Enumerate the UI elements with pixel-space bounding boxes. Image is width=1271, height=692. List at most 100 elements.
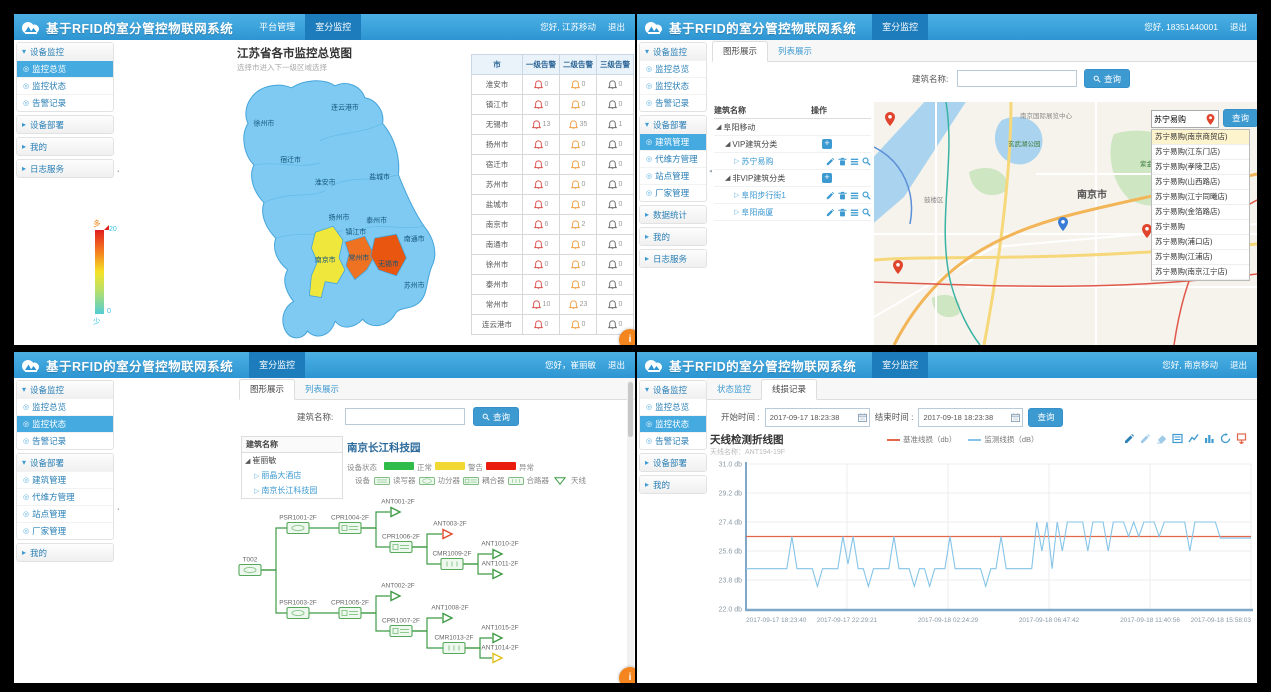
table-row[interactable]: 镇江市000 <box>472 95 634 115</box>
map-result-item[interactable]: 苏宁易购(江东门店) <box>1152 145 1249 160</box>
city-map[interactable]: 南京国际展览中心玄武湖公园南京市紫金山鼓楼区 查询 苏宁易购(南京商贸店)苏宁易… <box>874 102 1257 345</box>
tree-leaf-icon[interactable]: ▷ <box>734 157 739 165</box>
sidebar-item[interactable]: ◎厂家管理 <box>17 522 113 539</box>
tab-inactive[interactable]: 状态监控 <box>707 380 761 399</box>
map-city-label[interactable]: 南通市 <box>404 234 425 243</box>
add-button[interactable]: + <box>822 173 832 183</box>
clear-icon[interactable] <box>1156 433 1167 444</box>
save-image-icon[interactable] <box>1236 433 1247 444</box>
building-name-input[interactable] <box>957 70 1077 87</box>
top-nav-item[interactable]: 室分监控 <box>872 14 928 40</box>
map-pin-red-icon[interactable] <box>893 260 903 274</box>
search-icon[interactable] <box>862 208 871 217</box>
add-button[interactable]: + <box>822 139 832 149</box>
table-row[interactable]: 扬州市000 <box>472 135 634 155</box>
topology-node-ant[interactable]: ANT1014-2F <box>481 645 518 663</box>
tab-inactive[interactable]: 列表展示 <box>295 380 349 399</box>
topology-node-psr[interactable]: PSR1001-2F <box>279 515 317 534</box>
scrollbar-thumb[interactable] <box>628 382 633 437</box>
sidebar-group-header[interactable]: ▸我的 <box>17 544 113 561</box>
tree-table-row[interactable]: ▷苏宁易购 <box>714 153 871 170</box>
tree-node-label[interactable]: 丽晶大酒店 <box>261 470 301 481</box>
table-row[interactable]: 盐城市000 <box>472 195 634 215</box>
sidebar-item[interactable]: ◎告警记录 <box>17 94 113 111</box>
map-result-item[interactable]: 苏宁易购 <box>1152 220 1249 235</box>
sidebar-item[interactable]: ◎监控状态 <box>17 77 113 94</box>
sidebar-item[interactable]: ◎告警记录 <box>640 94 706 111</box>
logout-link[interactable]: 退出 <box>1230 359 1247 371</box>
map-city-label[interactable]: 徐州市 <box>254 118 275 127</box>
map-pin-red-icon[interactable] <box>885 112 895 126</box>
topology-node-cmr[interactable]: CMR1013-2F <box>434 635 473 654</box>
tree-table-row[interactable]: ▷阜阳步行街1 <box>714 187 871 204</box>
topology-node-ant[interactable]: ANT1008-2F <box>431 605 468 623</box>
tree-leaf-icon[interactable]: ▷ <box>254 472 259 480</box>
map-city-label[interactable]: 无锡市 <box>378 259 399 268</box>
map-search-button[interactable]: 查询 <box>1223 109 1257 127</box>
search-icon[interactable] <box>862 191 871 200</box>
delete-icon[interactable] <box>838 191 847 200</box>
sidebar-group-header[interactable]: ▸我的 <box>17 138 113 155</box>
edit-icon[interactable] <box>826 208 835 217</box>
map-city-label[interactable]: 南京市 <box>315 255 336 264</box>
tree-leaf-icon[interactable]: ▷ <box>734 208 739 216</box>
table-row[interactable]: 南京市620 <box>472 215 634 235</box>
edit-icon[interactable] <box>826 157 835 166</box>
map-city-label[interactable]: 常州市 <box>348 253 369 262</box>
sidebar-group-header[interactable]: ▸设备部署 <box>17 116 113 133</box>
tree-expanded-icon[interactable]: ◢ <box>716 123 721 131</box>
sidebar-group-header[interactable]: ▾设备监控 <box>640 43 706 60</box>
topology-node-cpr[interactable]: CPR1005-2F <box>331 600 369 619</box>
building-search-button[interactable]: 查询 <box>473 407 519 426</box>
topology-node-cpr[interactable]: CPR1006-2F <box>382 534 420 553</box>
topology-node-ant[interactable]: ANT001-2F <box>381 499 415 517</box>
map-pin-blue-icon[interactable] <box>1058 217 1068 231</box>
tree-node-label[interactable]: 阜阳移动 <box>723 122 755 133</box>
tree-table-row[interactable]: ◢阜阳移动 <box>714 119 871 136</box>
start-time-input[interactable] <box>768 412 858 423</box>
table-row[interactable]: 苏州市000 <box>472 175 634 195</box>
sidebar-group-header[interactable]: ▾设备部署 <box>17 454 113 471</box>
tree-node-label[interactable]: VIP建筑分类 <box>732 139 777 150</box>
topology-node-ant[interactable]: ANT1015-2F <box>481 625 518 643</box>
logout-link[interactable]: 退出 <box>608 21 625 33</box>
sidebar-group-header[interactable]: ▾设备监控 <box>640 381 706 398</box>
device-topology-diagram[interactable]: T002PSR1001-2FPSR1003-2FCPR1004-2FCPR100… <box>234 482 534 674</box>
float-help-button[interactable]: i <box>619 329 635 345</box>
sidebar-group-header[interactable]: ▸设备部署 <box>640 454 706 471</box>
topology-node-reader[interactable]: T002 <box>239 557 261 576</box>
tree-expanded-icon[interactable]: ◢ <box>725 174 730 182</box>
map-city-label[interactable]: 泰州市 <box>366 215 387 224</box>
topology-node-cpr[interactable]: CPR1004-2F <box>331 515 369 534</box>
jiangsu-province-map[interactable]: 徐州市连云港市宿迁市淮安市盐城市扬州市镇江市泰州市南通市南京市常州市无锡市苏州市 <box>219 72 469 344</box>
search-icon[interactable] <box>862 157 871 166</box>
sidebar-group-header[interactable]: ▾设备监控 <box>17 381 113 398</box>
top-nav-item[interactable]: 室分监控 <box>305 14 361 40</box>
unmark-icon[interactable] <box>1140 433 1151 444</box>
top-nav-item[interactable]: 平台管理 <box>249 14 305 40</box>
sidebar-item[interactable]: ◎建筑管理 <box>17 471 113 488</box>
table-row[interactable]: 宿迁市000 <box>472 155 634 175</box>
tab-inactive[interactable]: 列表展示 <box>768 42 822 61</box>
tree-node-label[interactable]: 阜阳步行街1 <box>741 190 785 201</box>
sidebar-item[interactable]: ◎站点管理 <box>17 505 113 522</box>
topology-node-cmr[interactable]: CMR1009-2F <box>432 551 471 570</box>
tree-table-row[interactable]: ▷阜阳商厦 <box>714 204 871 221</box>
map-result-item[interactable]: 苏宁易购(金箔路店) <box>1152 205 1249 220</box>
map-result-item[interactable]: 苏宁易购(山西路店) <box>1152 175 1249 190</box>
sidebar-item[interactable]: ◎代维方管理 <box>17 488 113 505</box>
logout-link[interactable]: 退出 <box>608 359 625 371</box>
data-view-icon[interactable] <box>1172 433 1183 444</box>
legend-item[interactable]: 监测线损（dB） <box>968 434 1038 445</box>
topology-node-ant[interactable]: ANT002-2F <box>381 583 415 601</box>
sidebar-group-header[interactable]: ▸我的 <box>640 476 706 493</box>
map-city-label[interactable]: 苏州市 <box>404 281 425 290</box>
delete-icon[interactable] <box>838 208 847 217</box>
map-city-label[interactable]: 扬州市 <box>329 212 350 221</box>
topology-node-ant[interactable]: ANT1010-2F <box>481 541 518 559</box>
end-time-input[interactable] <box>921 412 1011 423</box>
sidebar-item[interactable]: ◎代维方管理 <box>640 150 706 167</box>
topology-node-ant[interactable]: ANT1011-2F <box>482 561 519 579</box>
sidebar-item[interactable]: ◎监控总览 <box>640 398 706 415</box>
tab-active[interactable]: 线损记录 <box>761 379 817 400</box>
